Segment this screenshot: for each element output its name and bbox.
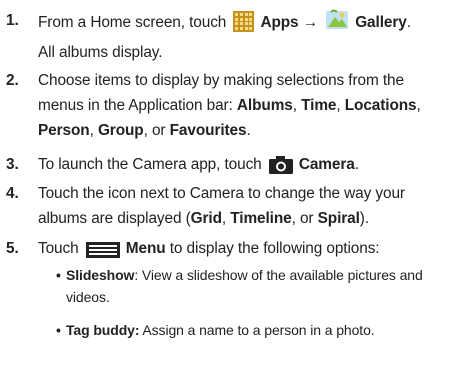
separator: , or [291,210,318,227]
arrow-glyph: → [302,14,318,31]
step-text-part: albums are displayed ( [38,210,191,227]
step-number: 5. [6,240,19,257]
spiral-label: Spiral [317,210,360,227]
grid-label: Grid [190,210,222,227]
timeline-label: Timeline [230,210,292,227]
time-label: Time [301,97,337,114]
slideshow-label: Slideshow [66,267,135,283]
favourites-label: Favourites [169,122,247,139]
bullet-text-part: : View a slideshow of the available pict… [134,267,423,283]
step-text-part: . [406,14,411,31]
camera-label: Camera [298,156,355,173]
step-text-part: To launch the Camera app, touch [38,156,262,173]
step-text: Choose items to display by making select… [38,68,468,143]
step-text: From a Home screen, touch Apps → Gallery… [38,8,468,65]
menu-icon [85,241,120,266]
locations-label: Locations [344,97,417,114]
step-number: 4. [6,185,19,202]
separator: , [292,97,302,114]
step-text-part: Touch [38,240,79,257]
gallery-label: Gallery [355,14,407,31]
bullet-dot: • [56,322,61,338]
step-text-part: Choose items to display by making select… [38,72,404,89]
instructions-page: 1. From a Home screen, touch Apps → Gall… [0,0,470,371]
step-number: 3. [6,156,19,173]
separator: , or [143,122,170,139]
apps-label: Apps [260,14,299,31]
bullet-text: Tag buddy: Assign a name to a person in … [66,319,466,341]
step-text-part: to display the following options: [165,240,380,257]
tag-buddy-label: Tag buddy: [66,322,140,338]
separator: , [89,122,98,139]
person-label: Person [38,122,90,139]
apps-grid-icon [233,11,255,40]
bullet-text: Slideshow: View a slideshow of the avail… [66,264,466,308]
step-number: 2. [6,72,19,89]
step-text-part: . [354,156,359,173]
group-label: Group [97,122,144,139]
bullet-dot: • [56,267,61,283]
step-text-part: From a Home screen, touch [38,14,227,31]
menu-label: Menu [125,240,166,257]
camera-icon [268,156,293,182]
step-text: To launch the Camera app, touch Camera. [38,152,468,182]
step-text: Touch Menu to display the following opti… [38,236,468,266]
separator: . [246,122,251,139]
separator: , [221,210,231,227]
step-number: 1. [6,12,19,29]
bullet-text-part: videos. [66,289,110,305]
step-text-part: menus in the Application bar: [38,97,237,114]
step-text-part: Touch the icon next to Camera to change … [38,185,405,202]
step-text-part: ). [359,210,369,227]
step-text: Touch the icon next to Camera to change … [38,181,468,231]
step-text-line2: All albums display. [38,44,163,61]
albums-label: Albums [236,97,293,114]
bullet-text-part: Assign a name to a person in a photo. [139,322,375,338]
separator: , [336,97,345,114]
separator: , [416,97,421,114]
gallery-icon [325,8,349,40]
